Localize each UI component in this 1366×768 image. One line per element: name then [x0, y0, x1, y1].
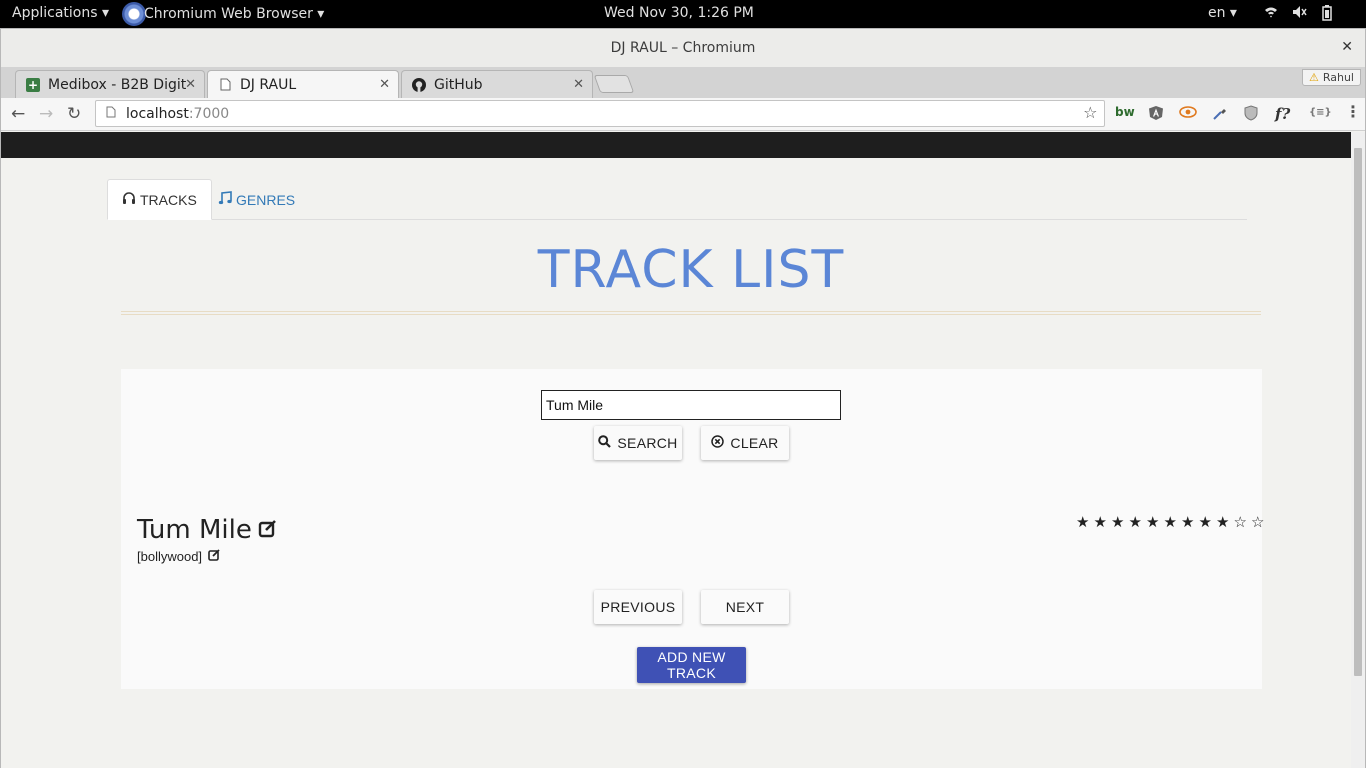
- title-divider: [121, 311, 1261, 315]
- star-filled-icon[interactable]: ★: [1215, 513, 1231, 531]
- track-title: Tum Mile: [137, 515, 278, 545]
- page-scrollbar[interactable]: [1351, 132, 1365, 768]
- angular-extension-icon[interactable]: [1148, 105, 1164, 125]
- tab-close-icon[interactable]: ✕: [185, 77, 196, 92]
- page-tabs: TRACKS GENRES: [107, 179, 1247, 220]
- star-empty-icon[interactable]: ☆: [1233, 513, 1249, 531]
- url-host: localhost: [126, 105, 189, 122]
- address-bar[interactable]: localhost:7000 ☆: [95, 100, 1105, 127]
- profile-button[interactable]: ⚠ Rahul: [1301, 69, 1361, 86]
- tab-genres[interactable]: GENRES: [204, 179, 309, 220]
- bw-extension-icon[interactable]: bw: [1115, 105, 1135, 119]
- tab-strip: + Medibox - B2B Digit ✕ DJ RAUL ✕ GitHub…: [1, 67, 1365, 99]
- tab-label: DJ RAUL: [240, 77, 297, 93]
- volume-icon: [1292, 5, 1308, 25]
- previous-button[interactable]: PREVIOUS: [594, 590, 682, 624]
- tab-tracks[interactable]: TRACKS: [107, 179, 212, 220]
- font-finder-extension-icon[interactable]: f?: [1275, 105, 1290, 123]
- tab-genres-label: GENRES: [236, 191, 296, 208]
- input-language-menu[interactable]: en ▾: [1208, 5, 1237, 21]
- tab-label: GitHub: [434, 76, 483, 93]
- previous-button-label: PREVIOUS: [600, 599, 676, 615]
- page-icon: [218, 78, 232, 92]
- color-picker-extension-icon[interactable]: [1212, 105, 1228, 125]
- reload-icon[interactable]: ↻: [67, 104, 81, 124]
- search-button[interactable]: SEARCH: [594, 426, 682, 460]
- search-icon: [598, 435, 612, 451]
- track-rating[interactable]: ★ ★ ★ ★ ★ ★ ★ ★ ★ ☆ ☆: [1075, 513, 1266, 531]
- track-title-text: Tum Mile: [137, 515, 252, 545]
- json-viewer-extension-icon[interactable]: {≡}: [1309, 107, 1332, 118]
- star-filled-icon[interactable]: ★: [1180, 513, 1196, 531]
- site-navbar: [1, 132, 1353, 158]
- system-tray[interactable]: [1264, 5, 1332, 25]
- eye-extension-icon[interactable]: [1179, 105, 1197, 123]
- track-list-card: Tum Mile SEARCH CLEAR Tum Mile [bollywoo…: [121, 369, 1264, 689]
- star-filled-icon[interactable]: ★: [1163, 513, 1179, 531]
- applications-menu[interactable]: Applications ▾: [12, 5, 109, 21]
- star-filled-icon[interactable]: ★: [1145, 513, 1161, 531]
- tab-close-icon[interactable]: ✕: [379, 77, 390, 92]
- next-button[interactable]: NEXT: [701, 590, 789, 624]
- url-port: :7000: [188, 105, 230, 122]
- profile-name: Rahul: [1322, 71, 1354, 84]
- github-icon: [412, 77, 426, 92]
- browser-window: DJ RAUL – Chromium ✕ + Medibox - B2B Dig…: [0, 28, 1366, 768]
- star-filled-icon[interactable]: ★: [1093, 513, 1109, 531]
- edit-genre-icon[interactable]: [208, 548, 221, 564]
- clear-circle-icon: [711, 435, 725, 451]
- chrome-menu-icon[interactable]: ⋮: [1345, 102, 1361, 121]
- battery-icon: [1322, 5, 1332, 25]
- track-genre: [bollywood]: [137, 548, 221, 564]
- tab-medibox[interactable]: + Medibox - B2B Digit ✕: [15, 70, 205, 98]
- edit-track-icon[interactable]: [258, 518, 278, 543]
- page-title: TRACK LIST: [537, 240, 845, 300]
- clear-button[interactable]: CLEAR: [701, 426, 789, 460]
- tab-close-icon[interactable]: ✕: [573, 77, 584, 92]
- add-new-track-label: ADD NEW TRACK: [657, 649, 726, 681]
- browser-app-menu-label: Chromium Web Browser ▾: [144, 6, 325, 22]
- search-button-label: SEARCH: [617, 435, 678, 451]
- browser-toolbar: ← → ↻ localhost:7000 ☆ bw f? {≡} ⋮: [1, 98, 1365, 131]
- clear-button-label: CLEAR: [730, 435, 779, 451]
- tab-tracks-label: TRACKS: [140, 191, 197, 208]
- chromium-logo-icon: [122, 2, 146, 26]
- new-tab-button[interactable]: [593, 75, 635, 93]
- wifi-icon: [1264, 5, 1278, 25]
- scrollbar-thumb[interactable]: [1354, 148, 1362, 676]
- bookmark-star-icon[interactable]: ☆: [1083, 104, 1099, 122]
- page-viewport: TRACKS GENRES TRACK LIST Tum Mile SEARCH: [1, 132, 1353, 768]
- next-button-label: NEXT: [725, 599, 765, 615]
- clock[interactable]: Wed Nov 30, 1:26 PM: [604, 5, 754, 21]
- browser-app-menu[interactable]: Chromium Web Browser ▾: [122, 2, 325, 26]
- window-titlebar[interactable]: DJ RAUL – Chromium ✕: [1, 29, 1365, 67]
- back-arrow-icon[interactable]: ←: [11, 104, 25, 124]
- star-filled-icon[interactable]: ★: [1198, 513, 1214, 531]
- window-close-icon[interactable]: ✕: [1341, 39, 1353, 55]
- page-info-icon[interactable]: [106, 106, 116, 121]
- add-new-track-button[interactable]: ADD NEW TRACK: [637, 647, 746, 683]
- headphones-icon: [122, 191, 136, 208]
- music-note-icon: [218, 191, 232, 208]
- window-title: DJ RAUL – Chromium: [610, 40, 756, 56]
- system-top-bar: Applications ▾ Chromium Web Browser ▾ We…: [0, 0, 1366, 28]
- star-empty-icon[interactable]: ☆: [1250, 513, 1266, 531]
- tab-github[interactable]: GitHub ✕: [401, 70, 593, 98]
- warning-icon: ⚠: [1308, 71, 1319, 84]
- forward-arrow-icon[interactable]: →: [39, 104, 53, 124]
- star-filled-icon[interactable]: ★: [1110, 513, 1126, 531]
- medibox-favicon-icon: +: [26, 77, 40, 92]
- star-filled-icon[interactable]: ★: [1128, 513, 1144, 531]
- search-input[interactable]: Tum Mile: [541, 390, 841, 420]
- track-genre-text: [bollywood]: [137, 548, 203, 564]
- star-filled-icon[interactable]: ★: [1075, 513, 1091, 531]
- tab-label: Medibox - B2B Digit: [48, 76, 187, 93]
- shield-extension-icon[interactable]: [1244, 105, 1258, 125]
- tab-dj-raul[interactable]: DJ RAUL ✕: [207, 70, 399, 99]
